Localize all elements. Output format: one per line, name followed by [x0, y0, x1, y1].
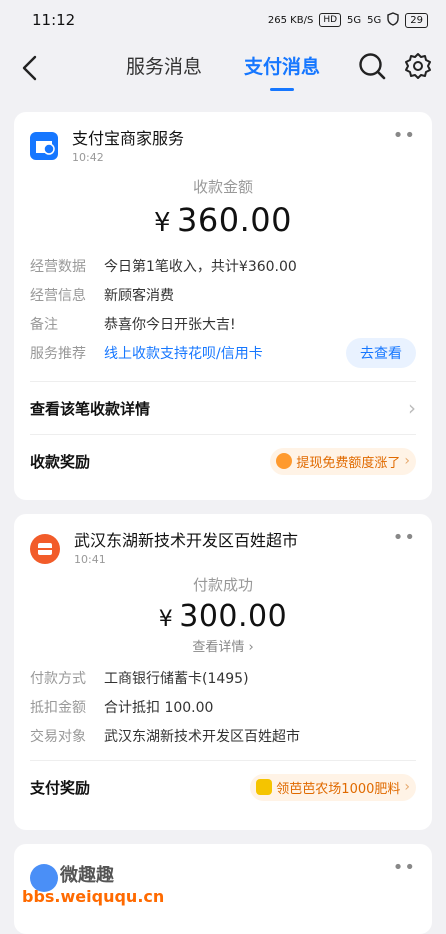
network-speed: 265 KB/S — [267, 14, 314, 26]
reward-pill[interactable]: 领芭芭农场1000肥料 › — [250, 773, 416, 801]
view-detail-link[interactable]: 查看详情 › — [14, 636, 432, 655]
back-button[interactable] — [14, 52, 46, 84]
merchant-shop-icon — [30, 534, 60, 564]
payment-reward: 支付奖励 领芭芭农场1000肥料 › — [14, 761, 432, 813]
coin-icon — [276, 453, 293, 469]
message-time: 10:42 — [72, 151, 104, 164]
tab-service-messages[interactable]: 服务消息 — [126, 52, 202, 85]
info-row: 经营信息 新顾客消费 — [30, 287, 174, 304]
recommend-link[interactable]: 线上收款支持花呗/信用卡 — [104, 343, 263, 363]
amount-value: ¥300.00 — [158, 599, 288, 634]
info-row: 抵扣金额 合计抵扣 100.00 — [30, 699, 214, 716]
chevron-right-icon: › — [408, 396, 416, 420]
chevron-right-icon: › — [404, 453, 410, 469]
search-icon[interactable] — [358, 52, 386, 84]
info-row: 交易对象 武汉东湖新技术开发区百姓超市 — [30, 728, 300, 745]
info-row: 付款方式 工商银行储蓄卡(1495) — [30, 670, 249, 687]
receipt-reward: 收款奖励 提现免费额度涨了 › — [14, 435, 432, 487]
amount-label: 收款金额 — [192, 178, 253, 196]
shield-icon — [387, 11, 399, 29]
tab-payment-messages[interactable]: 支付消息 — [244, 52, 320, 91]
merchant-store-icon — [30, 132, 58, 160]
message-time: 10:41 — [74, 553, 106, 566]
info-row-recommend: 服务推荐 线上收款支持花呗/信用卡 去查看 — [30, 337, 416, 368]
amount-value: ¥360.00 — [153, 201, 292, 239]
reward-pill[interactable]: 提现免费额度涨了 › — [270, 447, 416, 475]
more-options-icon[interactable]: •• — [393, 859, 416, 877]
chevron-right-icon: › — [404, 779, 410, 795]
message-card-payment[interactable]: 武汉东湖新技术开发区百姓超市 10:41 •• 付款成功 ¥300.00 查看详… — [14, 514, 432, 830]
payment-status: 付款成功 — [192, 576, 253, 594]
watermark-title: 微趣趣 — [60, 865, 114, 886]
signal-5g-icon-2: 5G — [367, 14, 382, 26]
message-card-receipt[interactable]: 支付宝商家服务 10:42 •• 收款金额 ¥360.00 经营数据 今日第1笔收… — [14, 112, 432, 500]
more-options-icon[interactable]: •• — [393, 127, 416, 145]
gear-icon[interactable] — [404, 52, 432, 84]
chevron-left-icon — [22, 55, 37, 81]
signal-5g-icon: 5G — [347, 14, 362, 26]
watermark: 微趣趣 bbs.weiququ.cn — [22, 861, 164, 906]
status-icons: 265 KB/S HD 5G 5G 29 — [267, 11, 428, 29]
info-rows: 经营数据 今日第1笔收入，共计¥360.00 经营信息 新顾客消费 备注 恭喜你今日开… — [14, 251, 432, 368]
fertilizer-icon — [256, 779, 273, 795]
currency-symbol: ¥ — [153, 208, 172, 238]
status-time: 11:12 — [32, 11, 76, 29]
battery-icon: 29 — [405, 12, 428, 28]
info-rows: 付款方式 工商银行储蓄卡(1495) 抵扣金额 合计抵扣 100.00 交易对象 武汉… — [14, 663, 432, 750]
view-receipt-detail[interactable]: 查看该笔收款详情 › — [14, 382, 432, 434]
merchant-name: 支付宝商家服务 — [72, 129, 185, 148]
info-row: 经营数据 今日第1笔收入，共计¥360.00 — [30, 258, 297, 275]
more-options-icon[interactable]: •• — [393, 529, 416, 547]
nav-bar: 服务消息 支付消息 — [0, 40, 446, 96]
status-bar: 11:12 265 KB/S HD 5G 5G 29 — [0, 0, 446, 40]
currency-symbol: ¥ — [158, 607, 174, 632]
watermark-url: bbs.weiququ.cn — [22, 887, 165, 906]
hd-icon: HD — [319, 13, 342, 27]
go-view-button[interactable]: 去查看 — [346, 337, 416, 368]
merchant-name: 武汉东湖新技术开发区百姓超市 — [74, 531, 299, 550]
info-row: 备注 恭喜你今日开张大吉! — [30, 316, 236, 333]
